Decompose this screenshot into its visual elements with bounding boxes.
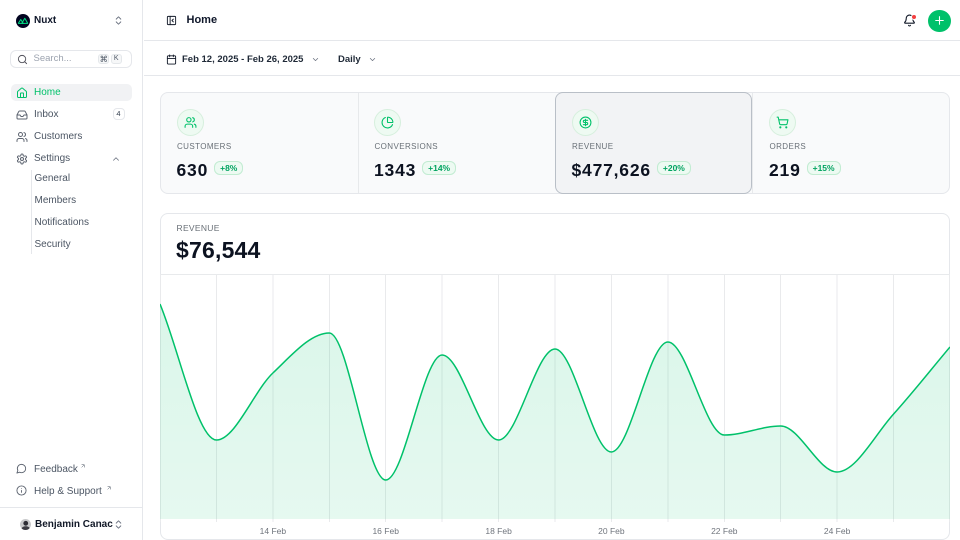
svg-text:14 Feb: 14 Feb (259, 526, 286, 536)
svg-text:24 Feb: 24 Feb (823, 526, 850, 536)
svg-text:20 Feb: 20 Feb (598, 526, 625, 536)
svg-text:18 Feb: 18 Feb (485, 526, 512, 536)
svg-text:22 Feb: 22 Feb (711, 526, 738, 536)
svg-text:16 Feb: 16 Feb (372, 526, 399, 536)
